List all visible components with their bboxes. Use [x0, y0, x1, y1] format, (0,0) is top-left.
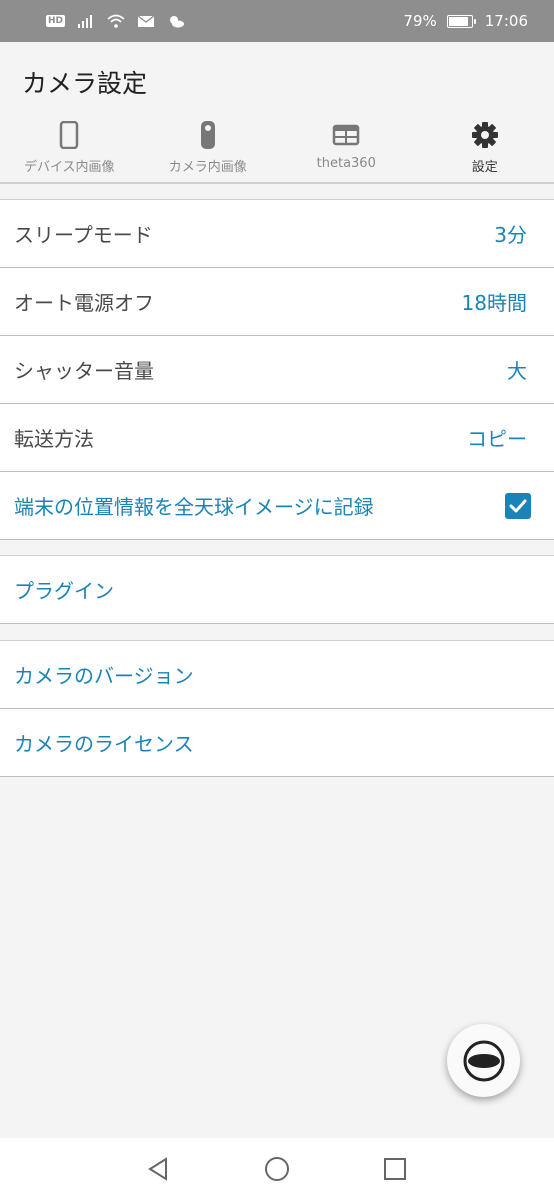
location-record-checkbox[interactable]: [505, 492, 531, 519]
auto-power-off-row[interactable]: オート電源オフ 18時間: [0, 268, 554, 336]
plugins-label: プラグイン: [14, 579, 114, 603]
location-record-label: 端末の位置情報を全天球イメージに記録: [14, 495, 374, 519]
about-section: カメラのバージョン カメラのライセンス: [0, 640, 554, 777]
camera-settings-section: スリープモード 3分 オート電源オフ 18時間 シャッター音量 大 転送方法 コ…: [0, 199, 554, 540]
home-circle-icon: [265, 1157, 289, 1181]
page-title: カメラ設定: [22, 69, 148, 98]
status-icons-left: HD: [46, 14, 185, 28]
transfer-method-value: コピー: [467, 427, 527, 451]
sleep-mode-row[interactable]: スリープモード 3分: [0, 200, 554, 268]
sleep-mode-label: スリープモード: [14, 223, 153, 247]
plugins-section: プラグイン: [0, 555, 554, 624]
recents-button[interactable]: [382, 1156, 408, 1182]
auto-power-off-value: 18時間: [461, 291, 527, 315]
shutter-volume-label: シャッター音量: [14, 359, 154, 383]
camera-version-row[interactable]: カメラのバージョン: [0, 641, 554, 709]
battery-percent: 79%: [403, 12, 437, 30]
clock: 17:06: [484, 12, 528, 30]
shutter-volume-row[interactable]: シャッター音量 大: [0, 336, 554, 404]
tab-label: theta360: [316, 156, 376, 171]
status-icons-right: 79% 17:06: [403, 12, 528, 30]
status-bar: HD 79% 17:06: [0, 0, 554, 42]
gear-icon: [471, 120, 499, 150]
battery-icon: [446, 14, 476, 28]
plugins-row[interactable]: プラグイン: [0, 556, 554, 624]
auto-power-off-label: オート電源オフ: [14, 291, 154, 315]
battery-fill: [448, 16, 468, 26]
transfer-method-row[interactable]: 転送方法 コピー: [0, 404, 554, 472]
tab-label: 設定: [471, 160, 498, 175]
signal-icon: [78, 15, 93, 28]
camera-license-label: カメラのライセンス: [14, 732, 194, 756]
recents-square-icon: [384, 1158, 406, 1180]
mail-icon: [137, 15, 155, 27]
tab-settings[interactable]: 設定: [416, 120, 554, 182]
browser-window-icon: [332, 120, 360, 150]
camera-version-label: カメラのバージョン: [14, 664, 194, 688]
camera-icon: [194, 120, 222, 150]
transfer-method-label: 転送方法: [14, 427, 94, 451]
tab-bar: デバイス内画像 カメラ内画像 theta360 設定: [0, 120, 554, 182]
camera-connect-fab[interactable]: [447, 1024, 520, 1097]
theta-camera-icon: [463, 1040, 504, 1081]
header-divider: [0, 182, 554, 184]
back-triangle-icon: [148, 1157, 167, 1181]
system-nav-bar: [0, 1138, 554, 1200]
back-button[interactable]: [145, 1156, 171, 1182]
weather-icon: [170, 16, 185, 28]
check-icon: [509, 499, 527, 512]
tab-camera-images[interactable]: カメラ内画像: [139, 120, 278, 182]
hd-badge: HD: [46, 15, 66, 27]
wifi-icon: [107, 14, 125, 28]
location-record-row[interactable]: 端末の位置情報を全天球イメージに記録: [0, 472, 554, 540]
home-button[interactable]: [264, 1156, 290, 1182]
phone-icon: [55, 120, 83, 150]
sleep-mode-value: 3分: [494, 223, 527, 247]
camera-license-row[interactable]: カメラのライセンス: [0, 709, 554, 777]
shutter-volume-value: 大: [507, 359, 527, 383]
tab-label: カメラ内画像: [168, 160, 247, 175]
app-header: カメラ設定 デバイス内画像 カメラ内画像 theta360 設定: [0, 42, 554, 182]
tab-label: デバイス内画像: [23, 160, 115, 175]
tab-device-images[interactable]: デバイス内画像: [0, 120, 139, 182]
tab-theta360[interactable]: theta360: [277, 120, 416, 182]
